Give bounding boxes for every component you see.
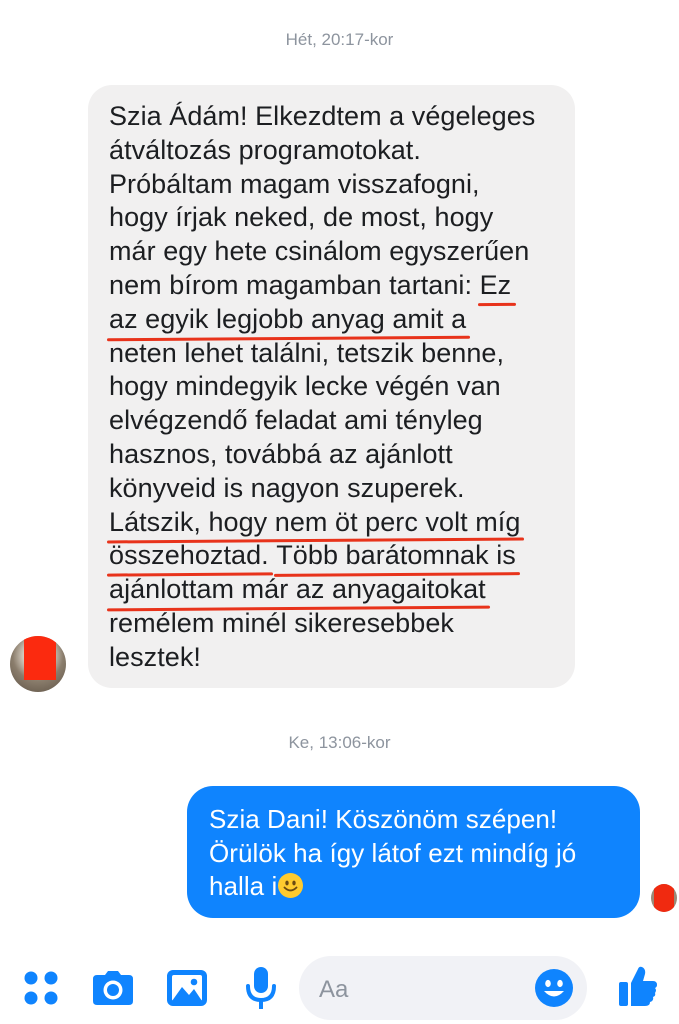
message-line: halla i: [209, 870, 620, 904]
timestamp: Hét, 20:17-kor: [285, 30, 394, 49]
smiling-face-emoji-icon: [278, 873, 304, 899]
more-actions-icon[interactable]: [22, 969, 60, 1007]
message-line: Szia Ádám! Elkezdtem a végeleges: [109, 101, 536, 131]
underlined-text: Ez: [480, 269, 512, 303]
message-line: neten lehet találni, tetszik benne,: [109, 337, 505, 368]
underlined-text: ajánlottam már az anyagaitokat: [109, 573, 486, 607]
message-line: Látszik, hogy nem öt perc volt míg: [109, 506, 555, 540]
message-line: az egyik legjobb anyag amit a: [109, 303, 555, 337]
underlined-text: összehoztad.: [109, 539, 269, 573]
read-receipt-avatar: [651, 884, 677, 912]
gallery-icon[interactable]: [167, 970, 207, 1006]
message-line: már egy hete csinálom egyszerűen: [109, 236, 530, 267]
message-line: remélem minél sikeresebbek: [109, 607, 454, 638]
emoji-icon[interactable]: [535, 969, 573, 1007]
message-input[interactable]: Aa: [299, 956, 587, 1020]
microphone-icon[interactable]: [246, 967, 276, 1009]
message-line: hogy mindegyik lecke végén van: [109, 371, 501, 402]
underlined-text: Több barátomnak is: [276, 539, 516, 573]
message-line: könyveid is nagyon szuperek.: [109, 472, 465, 503]
redaction-mark: [654, 884, 674, 912]
message-line: hasznos, továbbá az ajánlott: [109, 438, 453, 469]
message-line: elvégzendő feladat ami tényleg: [109, 405, 483, 436]
message-line: hogy írjak neked, de most, hogy: [109, 202, 494, 233]
message-input-placeholder: Aa: [319, 976, 349, 1003]
underlined-text: Látszik, hogy nem öt perc volt míg: [109, 506, 520, 540]
message-line: Örülök ha így látof ezt mindíg jó: [209, 837, 577, 868]
message-line: lesztek!: [109, 641, 201, 672]
message-line: nem bírom magamban tartani: Ez: [109, 269, 555, 303]
redaction-mark: [24, 636, 56, 680]
message-line: ajánlottam már az anyagaitokat: [109, 573, 555, 607]
underlined-text: az egyik legjobb anyag amit a: [109, 303, 466, 337]
message-line: átváltozás programotokat.: [109, 134, 421, 165]
thumbs-up-icon[interactable]: [619, 966, 657, 1006]
incoming-message-bubble[interactable]: Szia Ádám! Elkezdtem a végeleges átválto…: [88, 85, 575, 688]
message-line: Szia Dani! Köszönöm szépen!: [209, 804, 558, 834]
message-line: összehoztad. Több barátomnak is: [109, 539, 555, 573]
message-line: Próbáltam magam visszafogni,: [109, 168, 480, 199]
message-text: nem bírom magamban tartani:: [109, 269, 480, 300]
outgoing-message-bubble[interactable]: Szia Dani! Köszönöm szépen! Örülök ha íg…: [187, 786, 640, 918]
message-composer: Aa: [0, 950, 679, 1024]
timestamp: Ke, 13:06-kor: [288, 733, 391, 752]
message-text: [269, 540, 277, 570]
message-text: halla i: [209, 871, 278, 902]
sender-avatar[interactable]: [10, 636, 66, 692]
camera-icon[interactable]: [93, 971, 133, 1005]
